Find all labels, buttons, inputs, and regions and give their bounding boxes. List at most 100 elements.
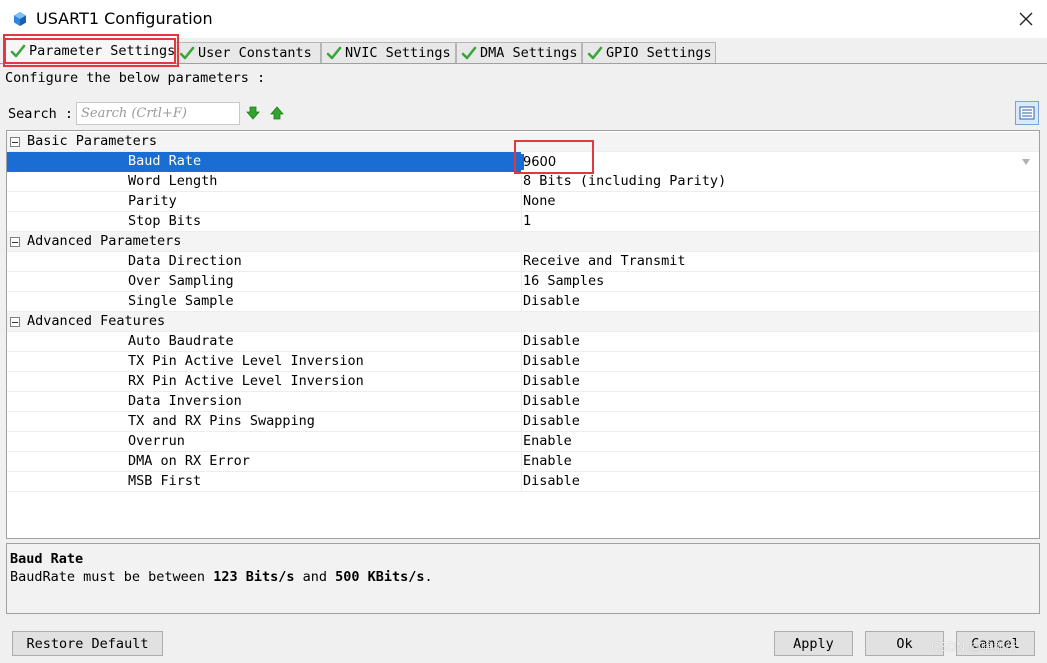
tab-label: User Constants [198,45,312,61]
window-title: USART1 Configuration [36,9,213,28]
param-value[interactable]: Disable [523,333,580,349]
tab-label: DMA Settings [480,45,578,61]
param-name: Stop Bits [128,213,202,229]
tab-dma-settings[interactable]: DMA Settings [456,42,582,63]
column-divider [521,172,522,192]
group-row-advanced-parameters[interactable]: Advanced Parameters [7,232,1039,252]
param-name: RX Pin Active Level Inversion [128,373,364,389]
param-row-msb-first[interactable]: MSB First Disable [7,472,1039,492]
param-name: Overrun [128,433,185,449]
tab-parameter-settings[interactable]: Parameter Settings [4,38,176,64]
tab-nvic-settings[interactable]: NVIC Settings [321,42,456,63]
column-divider [521,412,522,432]
param-row-auto-baudrate[interactable]: Auto Baudrate Disable [7,332,1039,352]
param-row-baud-rate[interactable]: Baud Rate [7,152,1039,172]
configure-label: Configure the below parameters : [5,70,266,86]
param-value[interactable]: 1 [523,213,531,229]
description-max: 500 KBits/s [335,569,425,585]
column-divider [521,432,522,452]
check-icon [10,44,26,58]
group-row-basic-parameters[interactable]: Basic Parameters [7,132,1039,152]
arrow-up-icon[interactable] [270,106,284,120]
column-divider [521,352,522,372]
param-value[interactable]: Enable [523,433,572,449]
param-name: MSB First [128,473,202,489]
param-row-stop-bits[interactable]: Stop Bits 1 [7,212,1039,232]
column-divider [521,372,522,392]
param-row-rx-pin-inversion[interactable]: RX Pin Active Level Inversion Disable [7,372,1039,392]
check-icon [461,46,477,60]
param-value[interactable]: Disable [523,353,580,369]
title-bar: USART1 Configuration [0,0,1047,38]
param-value[interactable]: Receive and Transmit [523,253,686,269]
param-name: Over Sampling [128,273,234,289]
column-divider [521,472,522,492]
group-row-advanced-features[interactable]: Advanced Features [7,312,1039,332]
param-row-single-sample[interactable]: Single Sample Disable [7,292,1039,312]
description-title: Baud Rate [10,551,84,567]
param-name: DMA on RX Error [128,453,250,469]
description-panel: Baud Rate BaudRate must be between 123 B… [6,543,1040,614]
tab-user-constants[interactable]: User Constants [174,42,321,63]
column-divider [521,252,522,272]
chevron-down-icon[interactable] [1021,158,1031,166]
search-input[interactable] [76,102,240,125]
description-prefix: BaudRate must be between [10,569,214,585]
tab-bar: User Constants NVIC Settings DMA Setting… [0,38,1047,64]
collapse-icon[interactable] [10,237,20,247]
close-button[interactable] [1004,0,1047,38]
param-value[interactable]: Disable [523,373,580,389]
view-toggle-button[interactable] [1015,101,1039,125]
selected-name-cell [7,152,521,172]
param-value[interactable]: 16 Samples [523,273,604,289]
param-name: Parity [128,193,177,209]
param-value[interactable]: 8 Bits (including Parity) [523,173,726,189]
search-label: Search : [8,106,74,122]
param-value[interactable]: None [523,193,556,209]
group-label: Basic Parameters [27,133,158,149]
param-name: Auto Baudrate [128,333,234,349]
tab-gpio-settings[interactable]: GPIO Settings [582,42,716,63]
column-divider [521,292,522,312]
param-name: Data Direction [128,253,242,269]
param-value[interactable]: Disable [523,393,580,409]
param-value[interactable]: Disable [523,293,580,309]
check-icon [179,46,195,60]
param-row-parity[interactable]: Parity None [7,192,1039,212]
param-value[interactable]: Disable [523,473,580,489]
group-label: Advanced Features [27,313,166,329]
collapse-icon[interactable] [10,137,20,147]
param-row-overrun[interactable]: Overrun Enable [7,432,1039,452]
column-divider [521,192,522,212]
param-name: TX Pin Active Level Inversion [128,353,364,369]
param-row-data-direction[interactable]: Data Direction Receive and Transmit [7,252,1039,272]
description-mid: and [294,569,336,585]
column-divider [521,392,522,412]
ok-button[interactable]: Ok [865,631,944,656]
param-row-over-sampling[interactable]: Over Sampling 16 Samples [7,272,1039,292]
list-view-icon [1019,106,1035,120]
param-name: Baud Rate [128,153,202,169]
column-divider [521,212,522,232]
param-value[interactable]: Disable [523,413,580,429]
description-suffix: . [424,569,433,585]
description-text: BaudRate must be between 123 Bits/s and … [10,569,433,585]
param-name: Data Inversion [128,393,242,409]
param-row-data-inversion[interactable]: Data Inversion Disable [7,392,1039,412]
param-row-tx-pin-inversion[interactable]: TX Pin Active Level Inversion Disable [7,352,1039,372]
close-icon [1019,12,1032,26]
param-row-pins-swapping[interactable]: TX and RX Pins Swapping Disable [7,412,1039,432]
restore-default-button[interactable]: Restore Default [12,631,163,656]
param-row-dma-on-rx-error[interactable]: DMA on RX Error Enable [7,452,1039,472]
baud-rate-input[interactable] [523,153,1003,171]
collapse-icon[interactable] [10,317,20,327]
apply-button[interactable]: Apply [774,631,853,656]
param-name: Single Sample [128,293,234,309]
param-name: TX and RX Pins Swapping [128,413,315,429]
tab-label: NVIC Settings [345,45,451,61]
param-value[interactable]: Enable [523,453,572,469]
parameter-table: Basic Parameters Baud Rate Word Length 8… [6,130,1040,539]
arrow-down-icon[interactable] [246,106,260,120]
cancel-button[interactable]: Cancel [956,631,1035,656]
param-row-word-length[interactable]: Word Length 8 Bits (including Parity) [7,172,1039,192]
